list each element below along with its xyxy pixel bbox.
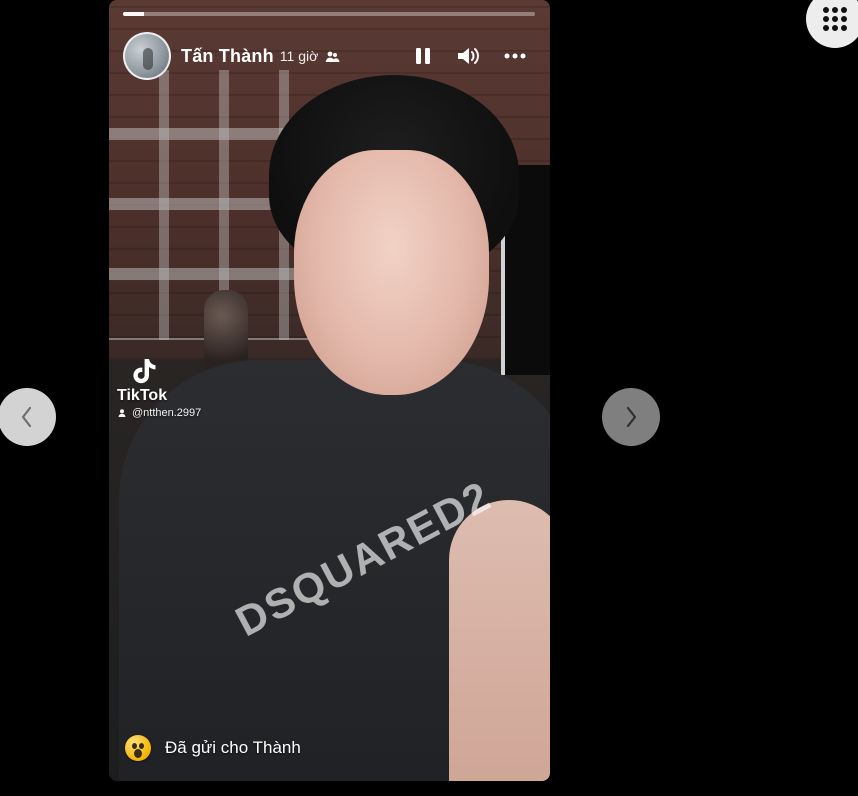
more-options-button[interactable]	[501, 42, 529, 70]
grid-menu-icon	[823, 7, 847, 31]
more-options-icon	[504, 53, 526, 59]
story-viewer-page: DSQUARED2 Tấn Thành 11 giờ TikTok @ntthe…	[0, 0, 858, 796]
author-name[interactable]: Tấn Thành	[181, 46, 274, 67]
arm	[449, 500, 550, 781]
story-header: Tấn Thành 11 giờ	[123, 30, 541, 82]
tiktok-logo-icon	[133, 359, 156, 384]
volume-icon	[458, 48, 479, 64]
story-progress-fill	[123, 12, 144, 16]
pause-icon	[416, 48, 430, 64]
author-meta: Tấn Thành 11 giờ	[181, 46, 340, 67]
story-progress-bar	[123, 12, 535, 16]
wow-emoji-icon	[125, 735, 151, 761]
menu-button[interactable]	[806, 0, 858, 48]
previous-story-button[interactable]	[0, 388, 56, 446]
tiktok-handle: @ntthen.2997	[117, 407, 201, 419]
next-story-button[interactable]	[602, 388, 660, 446]
avatar[interactable]	[123, 32, 171, 80]
friends-icon	[324, 49, 340, 65]
chevron-right-icon	[626, 406, 637, 428]
tiktok-watermark: TikTok @ntthen.2997	[117, 355, 201, 419]
pause-button[interactable]	[409, 42, 437, 70]
post-time: 11 giờ	[279, 48, 319, 64]
tiktok-brand: TikTok	[117, 387, 168, 404]
volume-button[interactable]	[455, 42, 483, 70]
story-controls	[409, 42, 529, 70]
chevron-left-icon	[21, 406, 32, 428]
story-card[interactable]: DSQUARED2 Tấn Thành 11 giờ TikTok @ntthe…	[109, 0, 550, 781]
sent-status: Đã gửi cho Thành	[125, 735, 301, 761]
face	[294, 150, 489, 395]
tiktok-handle-text: @ntthen.2997	[132, 407, 202, 419]
user-icon	[118, 409, 126, 417]
sent-status-text: Đã gửi cho Thành	[165, 738, 301, 757]
